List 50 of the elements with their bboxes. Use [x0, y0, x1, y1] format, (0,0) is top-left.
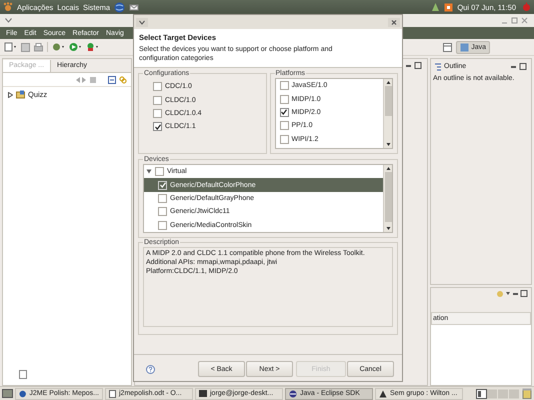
project-icon	[16, 90, 25, 99]
link-icon[interactable]	[119, 76, 127, 84]
outline-icon	[434, 62, 442, 70]
collapse-all-icon[interactable]	[108, 76, 116, 84]
checkbox[interactable]	[280, 94, 288, 104]
checkbox[interactable]	[280, 121, 288, 130]
scroll-down-icon[interactable]	[384, 141, 392, 148]
minimize-maximize-icon[interactable]	[510, 63, 528, 70]
window-menu-icon[interactable]	[136, 18, 148, 26]
expand-arrow-icon[interactable]	[146, 169, 152, 174]
window-controls-icon[interactable]	[501, 17, 529, 24]
eclipse-icon	[289, 390, 297, 398]
scrollbar[interactable]	[383, 165, 392, 232]
save-icon[interactable]	[21, 42, 30, 52]
checkbox[interactable]	[280, 134, 288, 144]
show-desktop-icon[interactable]	[2, 389, 13, 398]
checkbox[interactable]	[158, 220, 167, 230]
update-icon[interactable]	[444, 2, 454, 12]
open-perspective-icon[interactable]	[443, 42, 452, 52]
close-icon[interactable]	[388, 18, 400, 26]
file-icon	[19, 370, 27, 379]
print-icon[interactable]	[34, 42, 43, 52]
workspace-switcher-icon[interactable]	[476, 388, 520, 398]
new-file-icon[interactable]	[4, 42, 17, 52]
checkbox[interactable]	[158, 180, 167, 190]
expand-arrow-icon[interactable]	[8, 92, 13, 98]
window-menu-icon[interactable]	[5, 18, 12, 23]
trash-icon[interactable]	[522, 388, 532, 399]
minimize-maximize-icon[interactable]	[405, 62, 423, 69]
checkbox[interactable]	[158, 194, 167, 203]
view-menu-icon[interactable]	[496, 290, 528, 298]
checkbox[interactable]	[158, 207, 167, 216]
run-icon[interactable]	[69, 42, 82, 52]
checkbox[interactable]	[153, 96, 162, 105]
foot-logo-icon[interactable]	[3, 2, 13, 12]
help-icon[interactable]	[146, 364, 155, 374]
checkbox[interactable]	[153, 82, 162, 92]
external-tools-icon[interactable]	[86, 42, 99, 52]
checkbox[interactable]	[280, 81, 288, 90]
terminal-icon	[199, 390, 207, 397]
checkbox[interactable]	[280, 108, 288, 117]
java-perspective-icon	[460, 42, 470, 52]
scrollbar[interactable]	[383, 79, 392, 148]
debug-icon[interactable]	[52, 42, 65, 52]
checkbox[interactable]	[153, 122, 162, 132]
scroll-down-icon[interactable]	[384, 224, 392, 232]
checkbox[interactable]	[153, 108, 162, 118]
mail-icon[interactable]	[129, 2, 140, 12]
document-icon	[109, 390, 116, 398]
checkbox[interactable]	[155, 167, 164, 176]
